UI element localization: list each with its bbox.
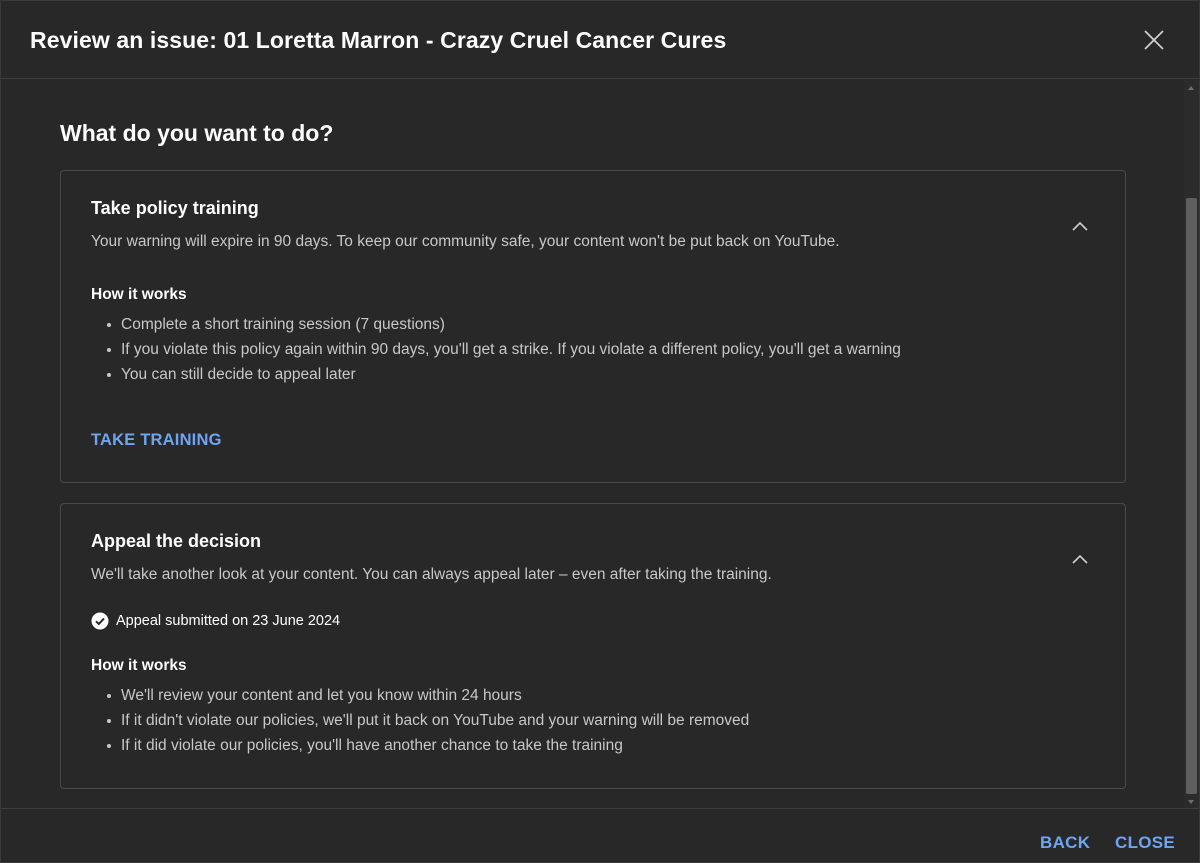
section-question: What do you want to do? [60, 120, 334, 146]
dialog-header: Review an issue: 01 Loretta Marron - Cra… [1, 1, 1199, 79]
dialog-content: What do you want to do? Take policy trai… [1, 80, 1183, 808]
list-item: Complete a short training session (7 que… [91, 312, 901, 337]
scroll-up-arrow-icon[interactable] [1188, 86, 1194, 90]
appeal-bullet-list: We'll review your content and let you kn… [91, 683, 749, 758]
appeal-status: Appeal submitted on 23 June 2024 [91, 612, 340, 630]
appeal-card-description: We'll take another look at your content.… [91, 566, 772, 583]
appeal-card: Appeal the decision We'll take another l… [60, 503, 1126, 789]
dialog-title: Review an issue: 01 Loretta Marron - Cra… [30, 27, 727, 53]
chevron-up-icon[interactable] [1069, 549, 1091, 571]
vertical-scrollbar[interactable] [1184, 80, 1199, 808]
close-button[interactable]: CLOSE [1115, 833, 1175, 853]
dialog-footer: BACK CLOSE [1, 808, 1199, 862]
review-issue-dialog: Review an issue: 01 Loretta Marron - Cra… [0, 0, 1200, 863]
close-icon[interactable] [1141, 27, 1167, 53]
list-item: If it did violate our policies, you'll h… [91, 733, 749, 758]
list-item: If you violate this policy again within … [91, 337, 901, 362]
training-card: Take policy training Your warning will e… [60, 170, 1126, 483]
appeal-status-text: Appeal submitted on 23 June 2024 [116, 613, 341, 629]
training-card-description: Your warning will expire in 90 days. To … [91, 233, 840, 250]
training-card-title: Take policy training [91, 198, 259, 218]
take-training-button[interactable]: TAKE TRAINING [91, 431, 222, 450]
back-button[interactable]: BACK [1040, 833, 1090, 853]
training-how-it-works-heading: How it works [91, 286, 187, 303]
appeal-how-it-works-heading: How it works [91, 657, 187, 674]
scroll-down-arrow-icon[interactable] [1188, 800, 1194, 804]
list-item: We'll review your content and let you kn… [91, 683, 749, 708]
list-item: You can still decide to appeal later [91, 362, 901, 387]
appeal-card-title: Appeal the decision [91, 531, 262, 551]
list-item: If it didn't violate our policies, we'll… [91, 708, 749, 733]
chevron-up-icon[interactable] [1069, 216, 1091, 238]
scrollbar-thumb[interactable] [1186, 198, 1197, 794]
training-bullet-list: Complete a short training session (7 que… [91, 312, 901, 387]
check-circle-icon [91, 612, 109, 630]
